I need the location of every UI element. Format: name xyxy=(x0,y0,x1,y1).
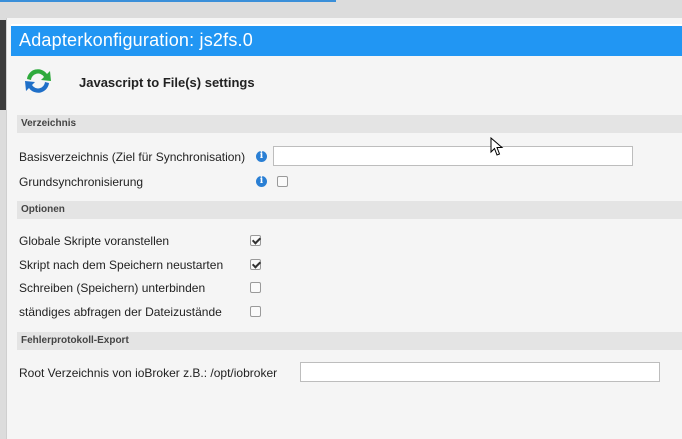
option-checkbox-restart-script[interactable] xyxy=(250,259,261,270)
section-header-error-export: Fehlerprotokoll-Export xyxy=(17,332,682,350)
option-checkbox-prevent-write[interactable] xyxy=(250,282,261,293)
info-icon[interactable]: i xyxy=(256,176,267,187)
settings-heading: Javascript to File(s) settings xyxy=(79,75,255,90)
option-label-poll-files: ständiges abfragen der Dateizustände xyxy=(19,305,222,319)
dialog-titlebar[interactable]: Adapterkonfiguration: js2fs.0 xyxy=(11,24,682,56)
base-dir-label: Basisverzeichnis (Ziel für Synchronisati… xyxy=(19,150,246,164)
section-header-options: Optionen xyxy=(17,201,682,219)
base-sync-checkbox[interactable] xyxy=(277,176,288,187)
root-dir-input[interactable] xyxy=(300,362,660,382)
adapter-config-dialog: Adapterkonfiguration: js2fs.0 Javascript… xyxy=(6,18,682,439)
section-header-directory: Verzeichnis xyxy=(17,115,682,133)
section-title-options: Optionen xyxy=(21,204,65,215)
base-sync-label: Grundsynchronisierung xyxy=(19,175,144,189)
sync-arrows-icon xyxy=(21,64,55,98)
option-checkbox-global-scripts[interactable] xyxy=(250,235,261,246)
section-title-directory: Verzeichnis xyxy=(21,118,77,129)
option-checkbox-poll-files[interactable] xyxy=(250,306,261,317)
section-title-error-export: Fehlerprotokoll-Export xyxy=(21,335,129,346)
base-dir-input[interactable] xyxy=(273,146,633,166)
info-icon[interactable]: i xyxy=(256,151,267,162)
option-label-restart-script: Skript nach dem Speichern neustarten xyxy=(19,258,224,272)
mouse-cursor-icon xyxy=(490,137,504,156)
option-label-global-scripts: Globale Skripte voranstellen xyxy=(19,234,170,248)
option-label-prevent-write: Schreiben (Speichern) unterbinden xyxy=(19,281,206,295)
dialog-title: Adapterkonfiguration: js2fs.0 xyxy=(19,30,253,50)
background-accent-line xyxy=(0,0,336,2)
root-dir-label: Root Verzeichnis von ioBroker z.B.: /opt… xyxy=(19,366,278,380)
